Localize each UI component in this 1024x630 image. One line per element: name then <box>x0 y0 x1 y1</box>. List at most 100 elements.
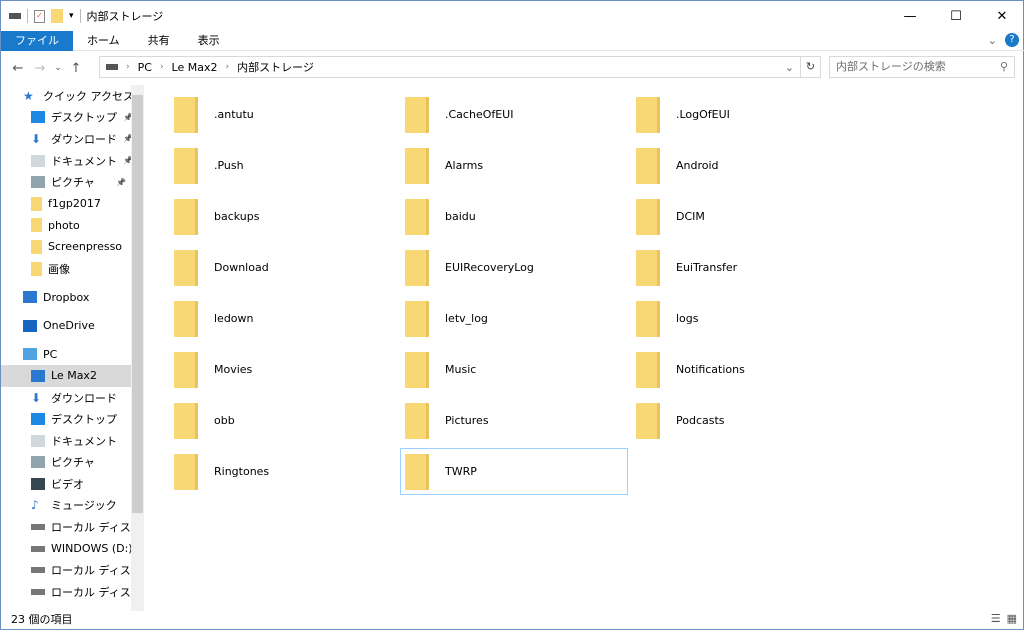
breadcrumb-pc[interactable]: PC <box>138 61 152 74</box>
sidebar-item[interactable]: ローカル ディスク (C <box>1 516 144 538</box>
folder-item[interactable]: .LogOfEUI <box>631 91 859 138</box>
tab-view[interactable]: 表示 <box>184 31 234 51</box>
folder-name: backups <box>214 210 260 223</box>
sidebar-item[interactable]: ピクチャ 📌 <box>1 171 144 193</box>
folder-item[interactable]: DCIM <box>631 193 859 240</box>
sidebar-item[interactable]: OneDrive <box>1 315 144 337</box>
folder-item[interactable]: obb <box>169 397 397 444</box>
folder-item[interactable]: Notifications <box>631 346 859 393</box>
scrollbar-thumb[interactable] <box>132 95 143 513</box>
sidebar-item[interactable]: f1gp2017 <box>1 193 144 215</box>
star-icon: ★ <box>23 88 34 103</box>
minimize-button[interactable]: — <box>887 1 933 31</box>
sidebar-item[interactable]: PC <box>1 344 144 366</box>
folder-item[interactable]: Music <box>400 346 628 393</box>
address-bar[interactable]: › PC › Le Max2 › 内部ストレージ ⌄ ↻ <box>99 56 821 78</box>
sidebar-item[interactable]: ♪ ミュージック <box>1 495 144 517</box>
document-icon <box>31 434 45 447</box>
sidebar-item[interactable]: WINDOWS (D:) <box>1 538 144 560</box>
folder-icon <box>31 218 42 233</box>
folder-name: letv_log <box>445 312 488 325</box>
folder-item[interactable]: EuiTransfer <box>631 244 859 291</box>
sidebar-item[interactable]: ドキュメント <box>1 430 144 452</box>
folder-name: Android <box>676 159 719 172</box>
sidebar-scrollbar[interactable] <box>131 85 144 611</box>
tab-share[interactable]: 共有 <box>134 31 184 51</box>
sidebar-item[interactable]: Dropbox <box>1 286 144 308</box>
new-folder-icon[interactable] <box>51 9 63 23</box>
refresh-button[interactable]: ↻ <box>800 57 820 77</box>
sidebar-item-label: ビデオ <box>51 477 84 491</box>
sidebar-item[interactable]: 画像 <box>1 258 144 280</box>
expand-ribbon-icon[interactable]: ⌄ <box>988 34 997 47</box>
maximize-button[interactable]: ☐ <box>933 1 979 31</box>
folder-item[interactable]: Ringtones <box>169 448 397 495</box>
sidebar-item[interactable]: ピクチャ <box>1 452 144 474</box>
phone-icon <box>31 369 45 382</box>
download-icon: ⬇ <box>31 131 42 146</box>
search-input[interactable]: 内部ストレージの検索 ⚲ <box>829 56 1015 78</box>
pin-icon[interactable]: 📌 <box>116 178 126 187</box>
sidebar-item-label: ダウンロード <box>51 132 117 146</box>
properties-icon[interactable]: ✓ <box>34 9 45 23</box>
folder-item[interactable]: Android <box>631 142 859 189</box>
folder-icon <box>174 351 198 388</box>
folder-name: EUIRecoveryLog <box>445 261 534 274</box>
back-button[interactable]: ← <box>7 61 29 76</box>
folder-icon <box>636 351 660 388</box>
close-button[interactable]: ✕ <box>979 1 1024 31</box>
search-icon[interactable]: ⚲ <box>1000 57 1008 77</box>
window-title: 内部ストレージ <box>86 10 164 23</box>
folder-item[interactable]: .Push <box>169 142 397 189</box>
sidebar-item[interactable]: photo <box>1 215 144 237</box>
folder-item[interactable]: baidu <box>400 193 628 240</box>
folder-name: Alarms <box>445 159 484 172</box>
help-icon[interactable]: ? <box>1005 33 1019 47</box>
sidebar-item[interactable]: ⬇ ダウンロード <box>1 387 144 409</box>
folder-icon <box>636 402 660 439</box>
folder-icon <box>174 453 198 490</box>
folder-item[interactable]: Pictures <box>400 397 628 444</box>
sidebar-item[interactable]: Le Max2 <box>1 365 144 387</box>
sidebar-item[interactable]: デスクトップ 📌 <box>1 107 144 129</box>
folder-item[interactable]: logs <box>631 295 859 342</box>
folder-item[interactable]: Podcasts <box>631 397 859 444</box>
address-dropdown-button[interactable]: ⌄ <box>785 61 794 74</box>
folder-item[interactable]: Movies <box>169 346 397 393</box>
folder-item[interactable]: .antutu <box>169 91 397 138</box>
folder-item[interactable]: Download <box>169 244 397 291</box>
sidebar-item[interactable]: ⬇ ダウンロード 📌 <box>1 128 144 150</box>
sidebar-item[interactable]: ローカル ディスク (G <box>1 581 144 603</box>
sidebar-item[interactable]: Screenpresso <box>1 236 144 258</box>
recent-locations-button[interactable]: ⌄ <box>51 63 65 73</box>
status-bar: 23 個の項目 ☰ ▦ <box>1 609 1024 629</box>
tab-file[interactable]: ファイル <box>1 30 73 51</box>
breadcrumb-internal-storage[interactable]: 内部ストレージ <box>237 59 314 75</box>
folder-item[interactable]: TWRP <box>400 448 628 495</box>
sidebar-item[interactable]: ローカル ディスク (F: <box>1 559 144 581</box>
sidebar-item[interactable]: ドキュメント 📌 <box>1 150 144 172</box>
folder-item[interactable]: Alarms <box>400 142 628 189</box>
sidebar-item[interactable]: ビデオ <box>1 473 144 495</box>
folder-icon <box>174 300 198 337</box>
up-button[interactable]: ↑ <box>65 61 87 76</box>
forward-button[interactable]: → <box>29 61 51 76</box>
folder-item[interactable]: ledown <box>169 295 397 342</box>
folder-icon <box>405 198 429 235</box>
pc-icon <box>23 348 37 361</box>
file-list: .antutu .CacheOfEUI .LogOfEUI .Push Alarms An… <box>149 85 1023 609</box>
sidebar-item[interactable]: デスクトップ <box>1 408 144 430</box>
folder-item[interactable]: backups <box>169 193 397 240</box>
folder-item[interactable]: .CacheOfEUI <box>400 91 628 138</box>
details-view-icon[interactable]: ☰ <box>991 612 1001 625</box>
tab-home[interactable]: ホーム <box>73 31 134 51</box>
folder-icon <box>174 402 198 439</box>
folder-item[interactable]: letv_log <box>400 295 628 342</box>
customize-quick-access-icon[interactable]: ▾ <box>69 11 74 21</box>
folder-item[interactable]: EUIRecoveryLog <box>400 244 628 291</box>
sidebar-item[interactable]: ★ クイック アクセス <box>1 85 144 107</box>
drive-icon <box>31 524 45 531</box>
breadcrumb-le-max2[interactable]: Le Max2 <box>172 61 218 74</box>
large-icons-view-icon[interactable]: ▦ <box>1007 612 1017 625</box>
folder-icon <box>405 147 429 184</box>
